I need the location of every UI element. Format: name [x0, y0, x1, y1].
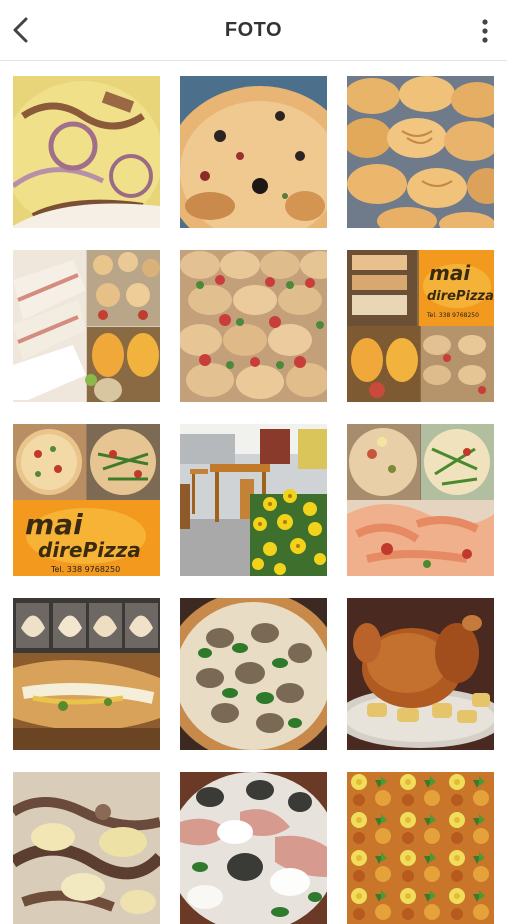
logo-phone: Tel. 338 9768250	[426, 312, 479, 319]
photo-thumbnail[interactable]	[13, 76, 160, 228]
photo-thumbnail[interactable]	[13, 772, 160, 924]
logo-text: mai	[429, 261, 471, 285]
photo-thumbnail[interactable]	[180, 772, 327, 924]
photo-thumbnail[interactable]	[13, 598, 160, 750]
logo-phone: Tel. 338 9768250	[50, 565, 120, 574]
app-header: FOTO	[0, 0, 507, 61]
photo-thumbnail[interactable]	[347, 598, 494, 750]
photo-thumbnail[interactable]	[180, 598, 327, 750]
more-options-button[interactable]	[475, 16, 495, 46]
photo-thumbnail[interactable]: mai direPizza Tel. 338 9768250	[347, 250, 494, 402]
photo-grid: mai direPizza Tel. 338 9768250 mai direP…	[0, 61, 507, 924]
photo-thumbnail[interactable]	[180, 250, 327, 402]
logo-text: direPizza	[38, 538, 141, 562]
photo-thumbnail[interactable]	[180, 76, 327, 228]
photo-thumbnail[interactable]	[347, 76, 494, 228]
photo-thumbnail[interactable]	[13, 250, 160, 402]
logo-text: mai	[25, 508, 83, 541]
logo-text: direPizza	[427, 289, 494, 304]
photo-thumbnail[interactable]	[347, 772, 494, 924]
photo-thumbnail[interactable]: mai direPizza Tel. 338 9768250	[13, 424, 160, 576]
more-vertical-icon	[482, 19, 488, 43]
photo-thumbnail[interactable]	[180, 424, 327, 576]
page-title: FOTO	[224, 19, 283, 41]
photo-thumbnail[interactable]	[347, 424, 494, 576]
